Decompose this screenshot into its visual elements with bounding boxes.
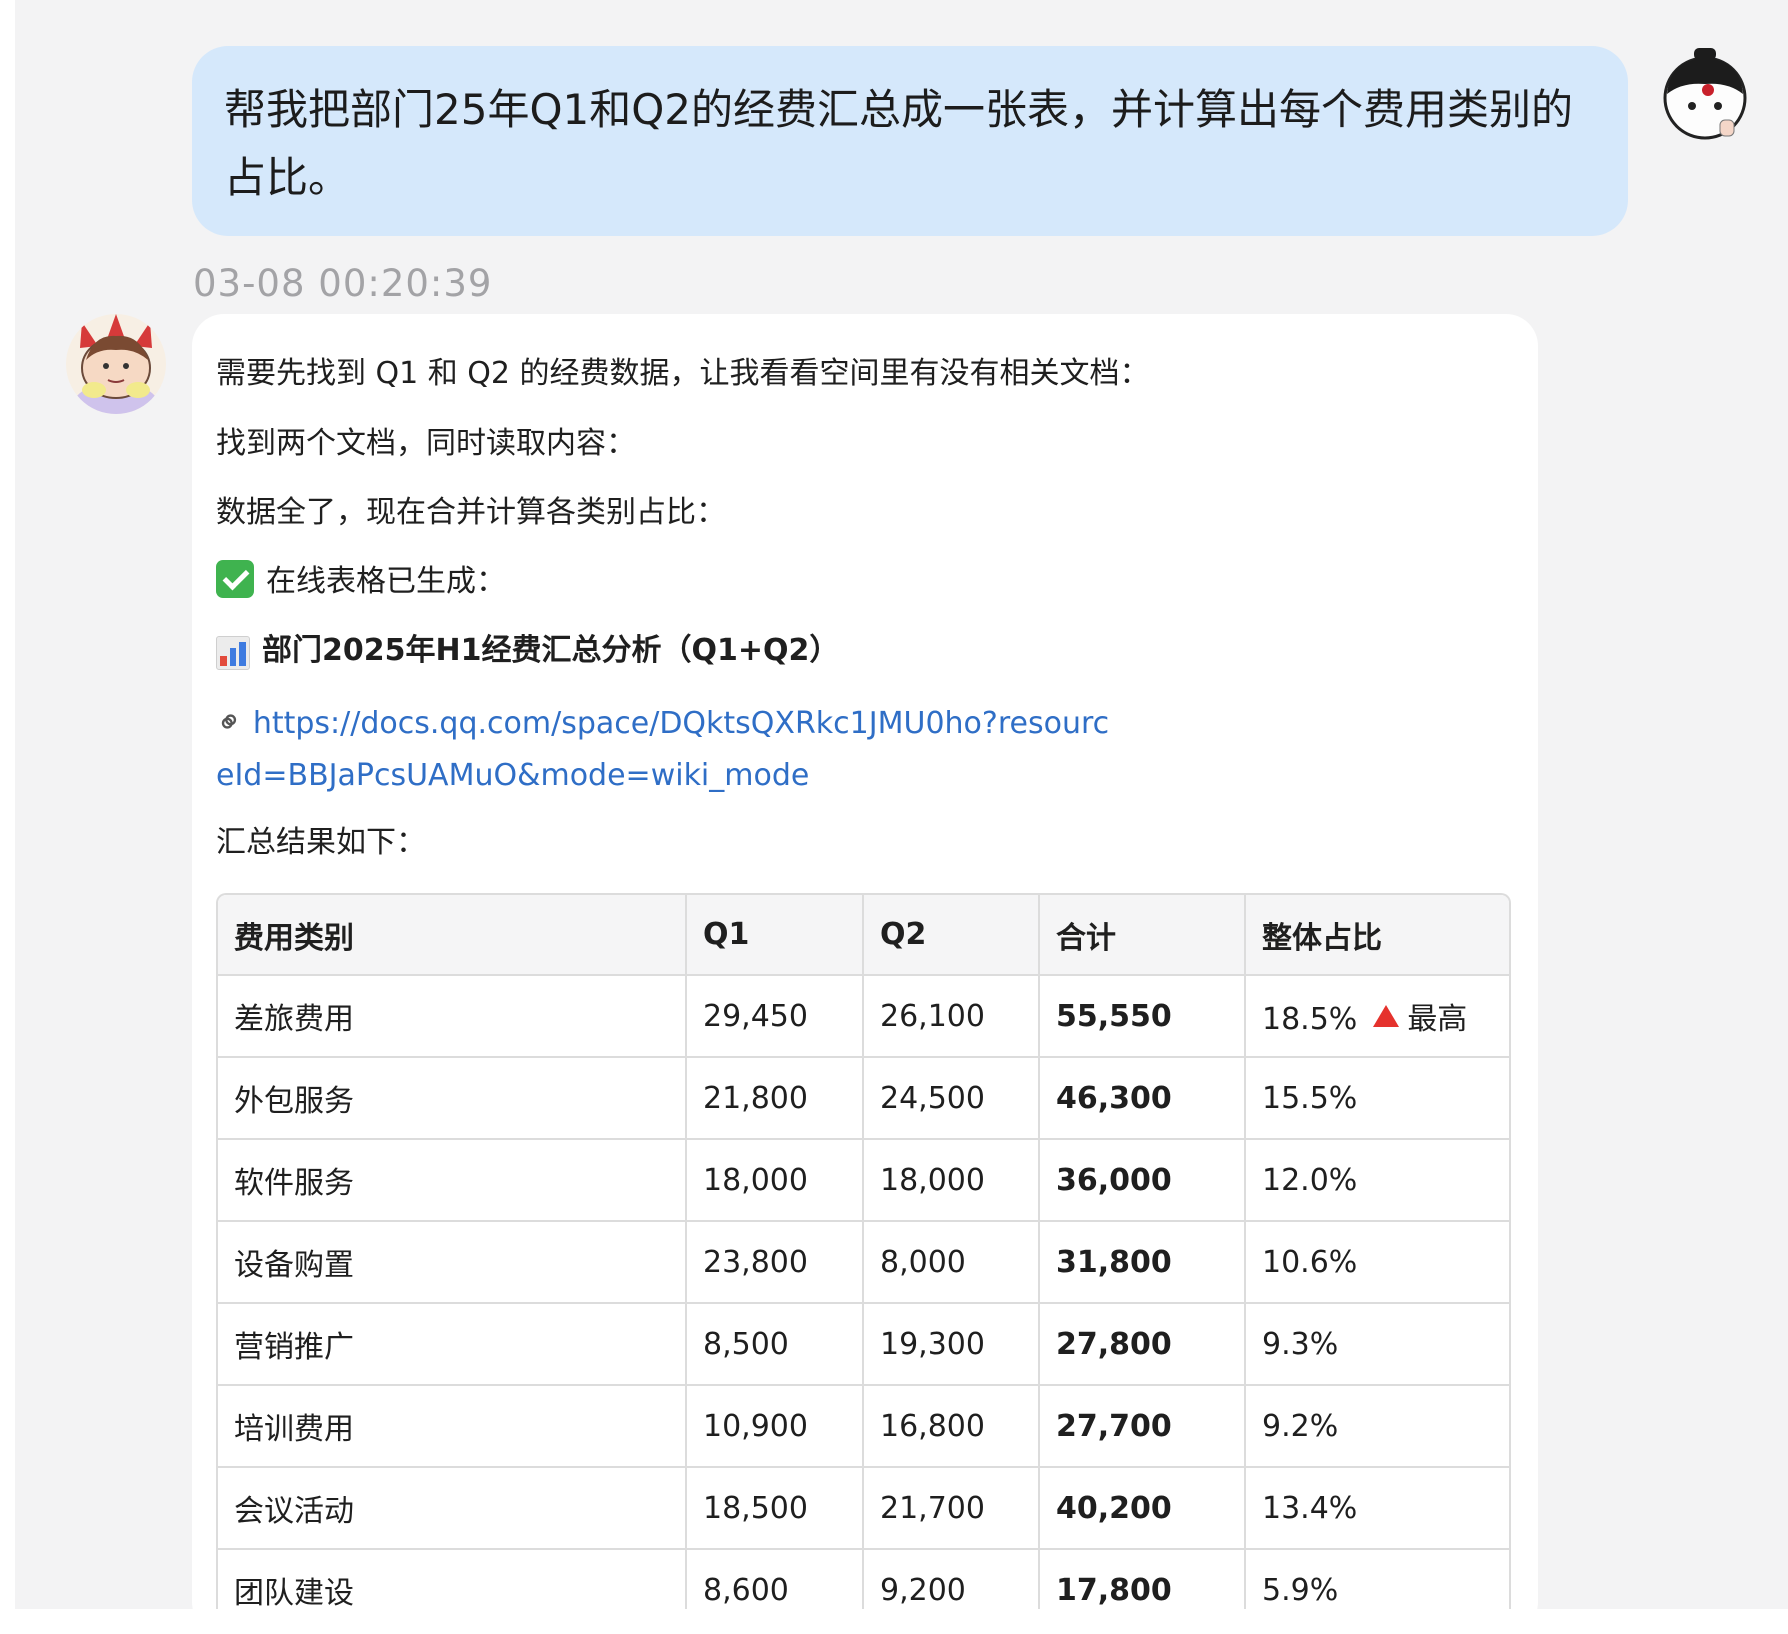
user-message-bubble: 帮我把部门25年Q1和Q2的经费汇总成一张表，并计算出每个费用类别的占比。 bbox=[192, 46, 1628, 236]
cell-q2: 21,700 bbox=[863, 1467, 1040, 1550]
cell-category: 设备购置 bbox=[218, 1221, 687, 1304]
cell-share: 10.6% bbox=[1245, 1221, 1509, 1304]
bot-line-3: 数据全了，现在合并计算各类别占比： bbox=[216, 495, 726, 530]
cell-category: 会议活动 bbox=[218, 1467, 687, 1550]
cell-category: 团队建设 bbox=[218, 1549, 687, 1609]
header-q2: Q2 bbox=[863, 895, 1040, 976]
cell-category: 培训费用 bbox=[218, 1385, 687, 1468]
red-triangle-icon bbox=[1373, 1005, 1400, 1027]
table-row: 差旅费用 29,450 26,100 55,550 18.5% 最高 bbox=[218, 975, 1509, 1058]
header-q1: Q1 bbox=[686, 895, 864, 976]
cell-share: 15.5% bbox=[1245, 1057, 1509, 1140]
user-avatar[interactable] bbox=[1658, 48, 1752, 142]
header-total: 合计 bbox=[1039, 895, 1246, 976]
table-row: 软件服务 18,000 18,000 36,000 12.0% bbox=[218, 1139, 1509, 1222]
cell-q2: 19,300 bbox=[863, 1303, 1040, 1386]
doc-title-line: 部门2025年H1经费汇总分析（Q1+Q2） bbox=[216, 625, 839, 670]
check-mark-icon bbox=[216, 560, 254, 598]
cell-share: 9.3% bbox=[1245, 1303, 1509, 1386]
table-row: 营销推广 8,500 19,300 27,800 9.3% bbox=[218, 1303, 1509, 1386]
table-header-row: 费用类别 Q1 Q2 合计 整体占比 bbox=[218, 895, 1509, 976]
cell-total: 55,550 bbox=[1039, 975, 1246, 1058]
cell-category: 外包服务 bbox=[218, 1057, 687, 1140]
doc-link-line: ⚭https://docs.qq.com/space/DQktsQXRkc1JM… bbox=[206, 696, 1116, 802]
cell-share: 9.2% bbox=[1245, 1385, 1509, 1468]
cell-q1: 8,500 bbox=[686, 1303, 864, 1386]
status-text: 在线表格已生成： bbox=[266, 564, 506, 599]
cell-category: 差旅费用 bbox=[218, 975, 687, 1058]
cell-share: 18.5% 最高 bbox=[1245, 975, 1509, 1058]
bot-line-2: 找到两个文档，同时读取内容： bbox=[216, 426, 636, 461]
cell-q1: 18,000 bbox=[686, 1139, 864, 1222]
cell-total: 40,200 bbox=[1039, 1467, 1246, 1550]
cell-q1: 29,450 bbox=[686, 975, 864, 1058]
expense-table: 费用类别 Q1 Q2 合计 整体占比 差旅费用 29,450 26,100 55… bbox=[216, 893, 1511, 1609]
cell-q2: 8,000 bbox=[863, 1221, 1040, 1304]
cell-q2: 16,800 bbox=[863, 1385, 1040, 1468]
cell-q2: 24,500 bbox=[863, 1057, 1040, 1140]
cell-total: 27,800 bbox=[1039, 1303, 1246, 1386]
bar-chart-icon bbox=[216, 636, 250, 670]
header-share: 整体占比 bbox=[1245, 895, 1509, 976]
bot-avatar[interactable] bbox=[64, 312, 168, 416]
table-row: 会议活动 18,500 21,700 40,200 13.4% bbox=[218, 1467, 1509, 1550]
cell-q1: 8,600 bbox=[686, 1549, 864, 1609]
cell-category: 营销推广 bbox=[218, 1303, 687, 1386]
header-category: 费用类别 bbox=[218, 895, 687, 976]
cell-share: 5.9% bbox=[1245, 1549, 1509, 1609]
summary-label: 汇总结果如下： bbox=[216, 825, 426, 860]
cell-share: 12.0% bbox=[1245, 1139, 1509, 1222]
cell-q1: 21,800 bbox=[686, 1057, 864, 1140]
cell-q2: 9,200 bbox=[863, 1549, 1040, 1609]
cell-total: 31,800 bbox=[1039, 1221, 1246, 1304]
highest-badge: 最高 bbox=[1407, 1002, 1468, 1037]
cell-total: 46,300 bbox=[1039, 1057, 1246, 1140]
table-row: 外包服务 21,800 24,500 46,300 15.5% bbox=[218, 1057, 1509, 1140]
table-row: 培训费用 10,900 16,800 27,700 9.2% bbox=[218, 1385, 1509, 1468]
cell-category: 软件服务 bbox=[218, 1139, 687, 1222]
cell-total: 17,800 bbox=[1039, 1549, 1246, 1609]
status-line: 在线表格已生成： bbox=[216, 556, 506, 600]
cell-q1: 10,900 bbox=[686, 1385, 864, 1468]
cell-total: 36,000 bbox=[1039, 1139, 1246, 1222]
cell-q1: 23,800 bbox=[686, 1221, 864, 1304]
user-message-text: 帮我把部门25年Q1和Q2的经费汇总成一张表，并计算出每个费用类别的占比。 bbox=[224, 85, 1574, 202]
cell-q2: 18,000 bbox=[863, 1139, 1040, 1222]
table-row: 团队建设 8,600 9,200 17,800 5.9% bbox=[218, 1549, 1509, 1609]
cell-total: 27,700 bbox=[1039, 1385, 1246, 1468]
cell-q2: 26,100 bbox=[863, 975, 1040, 1058]
cell-share: 13.4% bbox=[1245, 1467, 1509, 1550]
cell-q1: 18,500 bbox=[686, 1467, 864, 1550]
doc-link[interactable]: https://docs.qq.com/space/DQktsQXRkc1JMU… bbox=[216, 706, 1109, 793]
table-row: 设备购置 23,800 8,000 31,800 10.6% bbox=[218, 1221, 1509, 1304]
share-value: 18.5% bbox=[1262, 1002, 1358, 1037]
bot-line-1: 需要先找到 Q1 和 Q2 的经费数据，让我看看空间里有没有相关文档： bbox=[216, 356, 1150, 391]
message-timestamp: 03-08 00:20:39 bbox=[193, 262, 493, 305]
doc-title: 部门2025年H1经费汇总分析（Q1+Q2） bbox=[262, 633, 840, 668]
